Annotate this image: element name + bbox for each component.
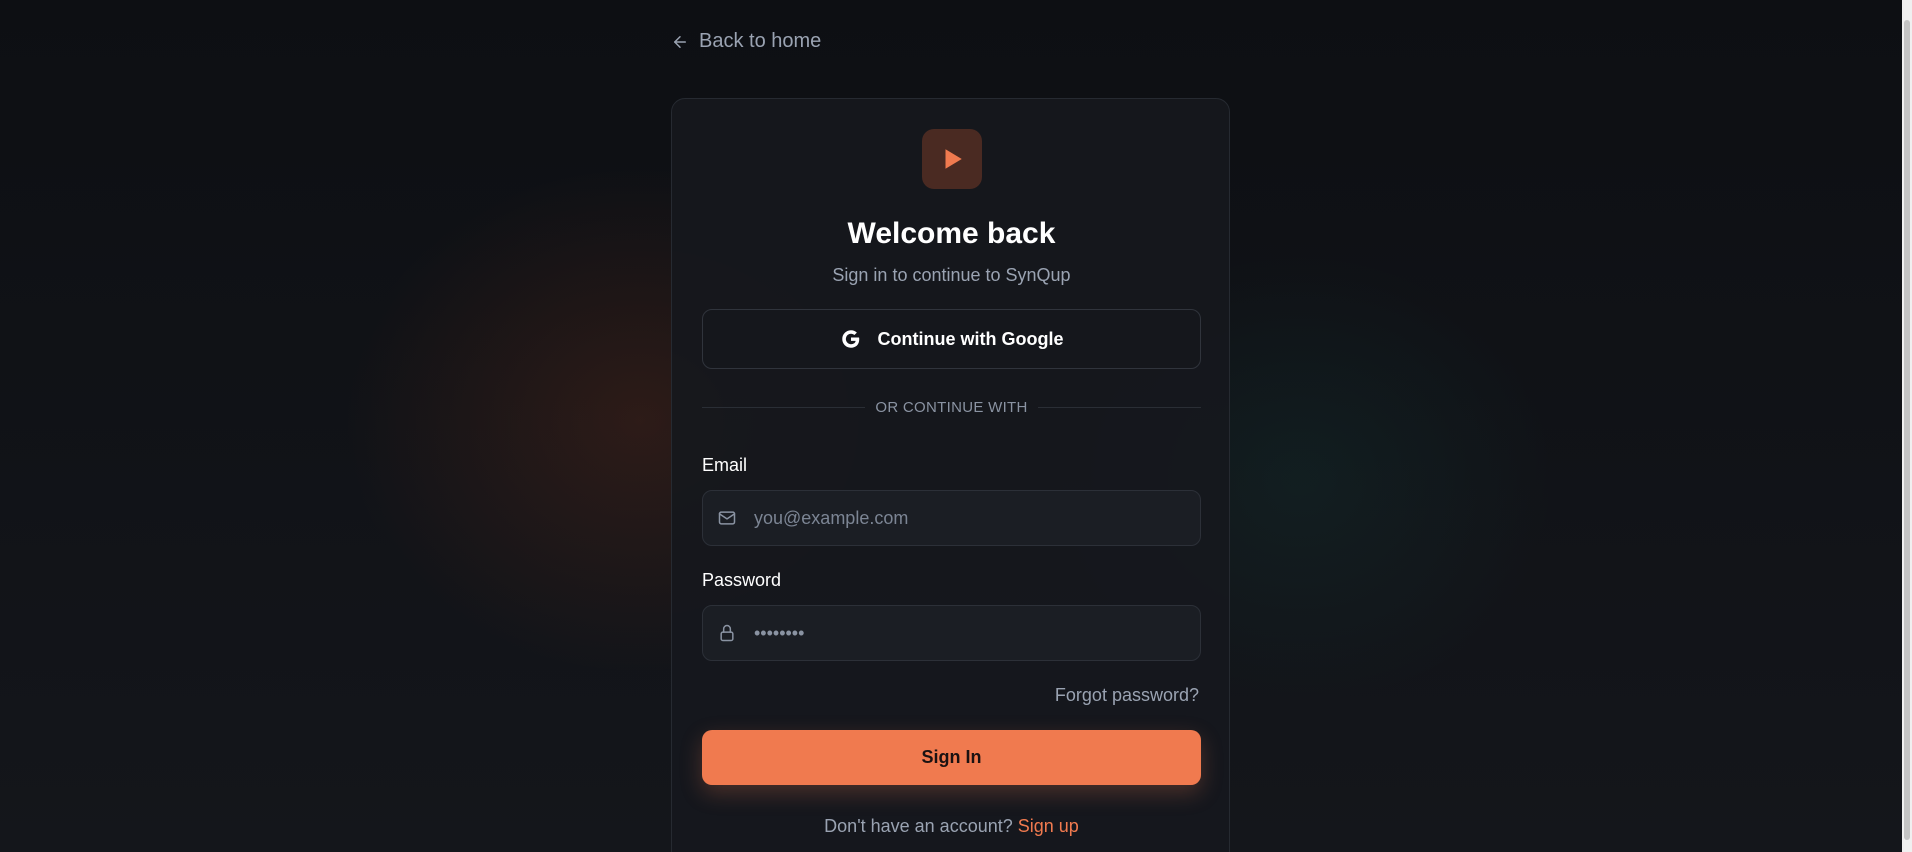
email-input[interactable] xyxy=(752,490,1200,546)
divider-line-left xyxy=(702,407,866,408)
email-label: Email xyxy=(702,455,748,475)
login-page: Back to home Welcome back Sign in to con… xyxy=(0,0,1912,852)
arrow-left-icon xyxy=(674,35,686,48)
signup-prompt: Don't have an account? Sign up xyxy=(672,816,1231,837)
google-icon xyxy=(841,330,859,348)
page-scrollbar[interactable] xyxy=(1902,0,1912,852)
lock-icon xyxy=(716,622,738,644)
password-label: Password xyxy=(702,570,782,590)
continue-with-google-button[interactable]: Continue with Google xyxy=(702,309,1201,369)
play-icon xyxy=(945,149,962,169)
mail-icon xyxy=(716,507,738,529)
password-input[interactable] xyxy=(752,605,1200,661)
back-to-home-link[interactable]: Back to home xyxy=(671,30,821,53)
login-card: Welcome back Sign in to continue to SynQ… xyxy=(671,98,1230,852)
divider-line-right xyxy=(1037,407,1202,408)
signup-prompt-text: Don't have an account? xyxy=(824,816,1013,836)
forgot-password-link[interactable]: Forgot password? xyxy=(1055,685,1199,706)
sign-up-link[interactable]: Sign up xyxy=(1018,816,1079,836)
app-logo xyxy=(922,129,982,189)
continue-with-google-label: Continue with Google xyxy=(877,328,1064,349)
page-subtitle: Sign in to continue to SynQup xyxy=(832,265,1071,285)
page-title: Welcome back xyxy=(847,217,1056,250)
sign-in-button[interactable]: Sign In xyxy=(702,730,1201,785)
divider-text: OR CONTINUE WITH xyxy=(875,399,1028,416)
email-field[interactable] xyxy=(702,490,1201,546)
back-to-home-label: Back to home xyxy=(699,30,822,52)
scrollbar-thumb[interactable] xyxy=(1904,20,1910,840)
or-divider: OR CONTINUE WITH xyxy=(702,399,1202,416)
password-field[interactable] xyxy=(702,605,1201,661)
